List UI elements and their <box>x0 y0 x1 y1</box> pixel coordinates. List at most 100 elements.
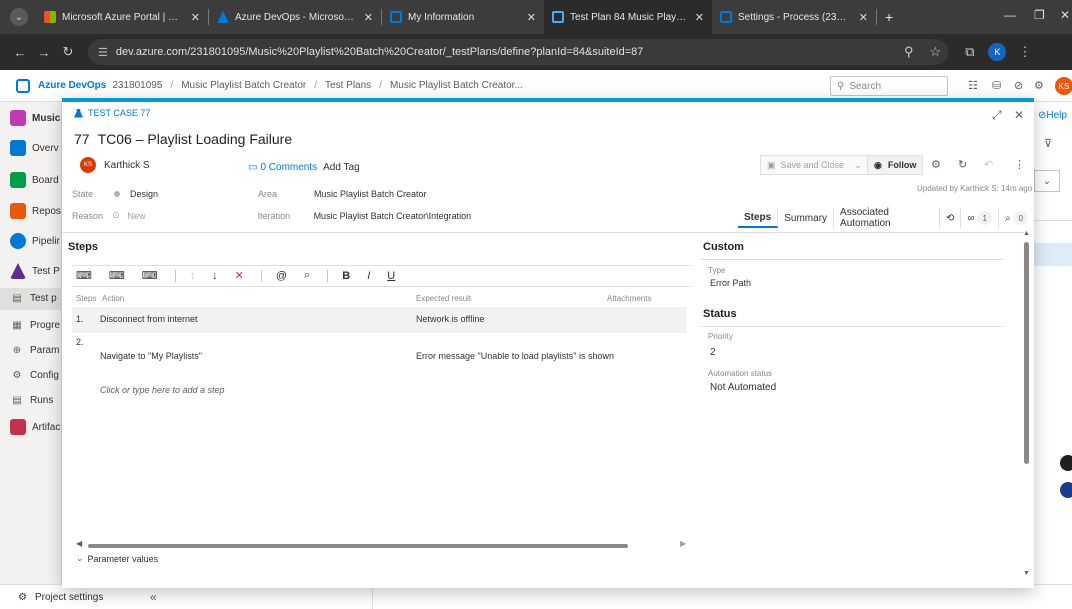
close-icon[interactable]: ✕ <box>364 11 373 24</box>
undo-icon[interactable]: ↶ <box>984 158 993 171</box>
tab-associated-automation[interactable]: Associated Automation <box>834 207 940 229</box>
user-settings-icon[interactable]: ⚙ <box>1034 79 1044 92</box>
scroll-left-icon[interactable]: ◀ <box>76 539 82 548</box>
browser-tab-active[interactable]: Test Plan 84 Music Playlist Batc ✕ <box>544 0 712 34</box>
dialog-vertical-scrollbar[interactable]: ▲ ▼ <box>1023 230 1030 580</box>
reload-icon[interactable]: ↻ <box>56 44 80 60</box>
nav-subitem-progress[interactable]: ▦ Progre <box>10 320 60 331</box>
attachment-icon[interactable]: ⌕ <box>304 269 310 282</box>
scroll-right-icon[interactable]: ▶ <box>680 539 686 548</box>
scroll-thumb[interactable] <box>88 544 628 548</box>
help-circle-icon[interactable]: ⊘ <box>1014 79 1023 92</box>
automation-status-field[interactable]: Not Automated <box>710 382 776 393</box>
search-input[interactable]: ⚲ Search <box>830 76 948 96</box>
follow-button[interactable]: ◉ Follow <box>867 155 924 175</box>
back-icon[interactable]: ← <box>8 45 32 60</box>
comments-link[interactable]: ▭ 0 Comments Add Tag <box>248 162 360 173</box>
step-expected[interactable]: Network is offline <box>416 314 484 324</box>
close-icon[interactable]: ✕ <box>695 11 704 24</box>
project-selector[interactable]: Music <box>10 110 60 126</box>
browser-tab[interactable]: Microsoft Azure Portal | Micros ✕ <box>36 0 208 34</box>
expand-icon[interactable]: ⤢ <box>992 108 1002 123</box>
ado-brand[interactable]: Azure DevOps <box>38 80 106 91</box>
minimize-icon[interactable]: — <box>1004 8 1016 22</box>
step-expected[interactable]: Error message "Unable to load playlists"… <box>416 351 614 361</box>
settings-gear-icon[interactable]: ⚙ <box>931 158 941 171</box>
marketplace-icon[interactable]: ⛁ <box>992 79 1001 92</box>
nav-item-pipelines[interactable]: Pipelir <box>10 233 60 249</box>
chevron-down-icon[interactable]: ⌄ <box>854 160 862 171</box>
scroll-thumb[interactable] <box>1024 242 1029 464</box>
step-action[interactable]: Disconnect from internet <box>100 314 198 324</box>
delete-step-icon[interactable]: ✕ <box>235 269 244 282</box>
nav-item-repos[interactable]: Repos <box>10 203 61 219</box>
help-link[interactable]: ⊘Help <box>1038 110 1067 121</box>
steps-horizontal-scrollbar[interactable]: ◀ ▶ <box>76 539 688 550</box>
settings-list-icon[interactable]: ☷ <box>968 79 978 92</box>
filter-icon[interactable]: ⊽ <box>1044 137 1052 150</box>
breadcrumb-project[interactable]: Music Playlist Batch Creator <box>181 80 306 91</box>
extensions-icon[interactable]: ⧉ <box>965 44 974 60</box>
site-info-icon[interactable]: ☰ <box>98 46 108 59</box>
add-step-placeholder[interactable]: Click or type here to add a step <box>100 385 225 395</box>
collapse-nav-button[interactable]: « <box>150 590 157 604</box>
reason-field[interactable]: ⊙ New <box>110 210 146 221</box>
close-icon[interactable]: ✕ <box>1014 108 1024 122</box>
nav-item-boards[interactable]: Board <box>10 172 59 188</box>
browser-tab[interactable]: Azure DevOps - Microsoft Azur ✕ <box>209 0 381 34</box>
breadcrumb-org[interactable]: 231801095 <box>112 80 162 91</box>
close-window-icon[interactable]: ✕ <box>1060 8 1070 22</box>
priority-field[interactable]: 2 <box>710 347 716 358</box>
user-avatar[interactable]: KS <box>1055 77 1072 95</box>
insert-shared-steps-icon[interactable]: ⌨ <box>109 269 125 282</box>
assigned-to-field[interactable]: KS Karthick S <box>80 157 150 173</box>
refresh-icon[interactable]: ↻ <box>958 158 967 171</box>
work-item-title[interactable]: 77 TC06 – Playlist Loading Failure <box>74 131 292 147</box>
breadcrumb-plan[interactable]: Music Playlist Batch Creator... <box>390 80 523 91</box>
nav-subitem-parameters[interactable]: ⊕ Param <box>10 345 60 356</box>
new-tab-button[interactable]: + <box>877 0 901 34</box>
create-shared-steps-icon[interactable]: ⌨ <box>142 269 158 282</box>
nav-item-artifacts[interactable]: Artifac <box>10 419 60 435</box>
step-action[interactable]: Navigate to "My Playlists" <box>100 351 202 361</box>
azure-devops-logo-icon[interactable] <box>16 78 30 93</box>
tab-history[interactable]: ⟲ <box>940 208 962 228</box>
background-dropdown[interactable]: ⌄ <box>1034 170 1060 192</box>
nav-subitem-configurations[interactable]: ⚙ Config <box>10 370 59 381</box>
tab-summary[interactable]: Summary <box>778 208 835 228</box>
nav-item-overview[interactable]: Overv <box>10 140 59 156</box>
project-settings-link[interactable]: ⚙ Project settings <box>18 592 103 603</box>
browser-profile-avatar[interactable]: K <box>988 43 1007 61</box>
copilot-icon[interactable] <box>1060 482 1072 498</box>
browser-tab[interactable]: Settings - Process (231801095) ✕ <box>712 0 876 34</box>
close-icon[interactable]: ✕ <box>527 11 536 24</box>
tab-search-button[interactable]: ⌄ <box>10 8 28 26</box>
close-icon[interactable]: ✕ <box>859 11 868 24</box>
tab-links[interactable]: ∞ 1 <box>961 208 999 228</box>
background-selected-row[interactable] <box>1034 243 1072 266</box>
nav-subitem-test-plans[interactable]: ▤ Test p <box>10 293 56 304</box>
underline-button[interactable]: U <box>387 270 395 282</box>
move-down-icon[interactable]: ↓ <box>212 270 218 282</box>
browser-tab[interactable]: My Information ✕ <box>382 0 544 34</box>
move-up-icon[interactable]: ↑ <box>190 270 196 282</box>
url-field[interactable]: ☰ dev.azure.com/231801095/Music%20Playli… <box>88 39 948 65</box>
bookmark-star-icon[interactable]: ☆ <box>930 44 942 60</box>
italic-button[interactable]: I <box>367 270 370 282</box>
more-actions-icon[interactable]: ⋮ <box>1014 158 1025 171</box>
breadcrumb-test-plans[interactable]: Test Plans <box>325 80 371 91</box>
parameter-values-toggle[interactable]: ⌄ Parameter values <box>76 553 158 564</box>
type-field[interactable]: Error Path <box>710 278 751 288</box>
step-row[interactable]: 1. Disconnect from internet Network is o… <box>72 307 687 333</box>
add-tag-button[interactable]: Add Tag <box>323 162 360 173</box>
restore-icon[interactable]: ❐ <box>1034 8 1045 22</box>
state-field[interactable]: Design <box>110 189 158 199</box>
scroll-up-icon[interactable]: ▲ <box>1023 230 1030 237</box>
scroll-down-icon[interactable]: ▼ <box>1023 570 1030 577</box>
nav-item-test-plans[interactable]: Test P <box>10 263 60 279</box>
updated-info[interactable]: Updated by Karthick S: 14m ago <box>917 184 1032 193</box>
insert-step-icon[interactable]: ⌨ <box>76 269 92 282</box>
forward-icon[interactable]: → <box>32 45 56 60</box>
close-icon[interactable]: ✕ <box>191 11 200 24</box>
save-and-close-button[interactable]: ▣ Save and Close ⌄ <box>760 155 869 175</box>
